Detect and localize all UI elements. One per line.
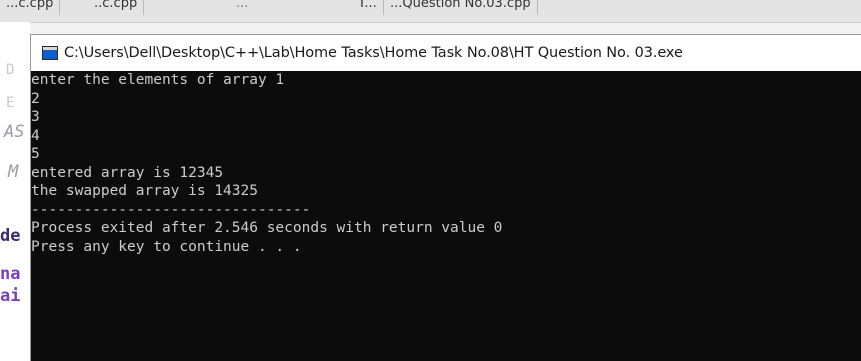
background-tab[interactable]: ...c.cpp xyxy=(0,0,61,15)
console-line: 4 xyxy=(31,127,40,144)
background-tab[interactable]: ... xyxy=(230,0,254,15)
console-output[interactable]: enter the elements of array 1 2 3 4 5 en… xyxy=(31,71,861,256)
console-line: 5 xyxy=(31,146,40,162)
console-title-bar[interactable]: C:\Users\Dell\Desktop\C++\Lab\Home Tasks… xyxy=(31,35,861,71)
background-tab[interactable]: T... xyxy=(352,0,384,15)
console-line: 3 xyxy=(31,109,40,125)
console-line: entered array is 12345 xyxy=(31,164,224,181)
console-line: the swapped array is 14325 xyxy=(31,183,258,199)
background-code-fragment: ai xyxy=(0,286,21,306)
background-editor-gutter: D E AS M de na ai xyxy=(0,22,30,361)
background-tab[interactable]: ...Question No.03.cpp xyxy=(384,0,538,15)
background-code-fragment: D xyxy=(6,62,15,78)
background-code-fragment: de xyxy=(0,226,21,246)
background-code-fragment: E xyxy=(6,95,15,111)
background-tab[interactable]: ..c.cpp xyxy=(88,0,145,15)
console-line: enter the elements of array 1 xyxy=(31,72,285,88)
background-code-fragment: AS xyxy=(4,122,25,142)
console-window-icon xyxy=(42,46,58,60)
console-line: 2 xyxy=(31,90,40,107)
background-ide-tabbar: ...c.cpp ..c.cpp ... T... ...Question No… xyxy=(0,0,861,23)
console-title: C:\Users\Dell\Desktop\C++\Lab\Home Tasks… xyxy=(64,45,683,61)
console-window[interactable]: C:\Users\Dell\Desktop\C++\Lab\Home Tasks… xyxy=(30,34,861,361)
background-code-fragment: M xyxy=(8,162,19,182)
console-separator: -------------------------------- xyxy=(31,201,311,218)
background-code-fragment: na xyxy=(0,264,21,284)
console-line: Press any key to continue . . . xyxy=(31,238,302,255)
console-line: Process exited after 2.546 seconds with … xyxy=(31,220,503,236)
